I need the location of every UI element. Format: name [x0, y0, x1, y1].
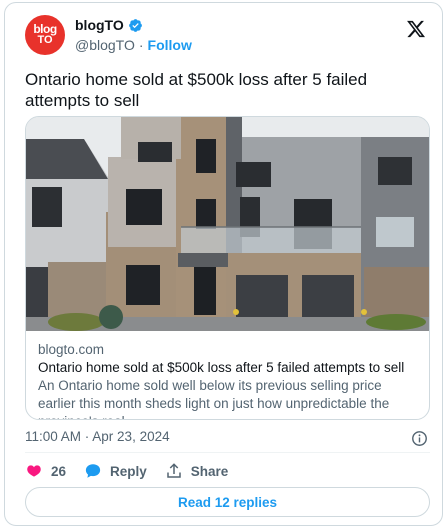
share-icon	[167, 463, 181, 478]
share-label: Share	[190, 463, 229, 479]
follow-button[interactable]: Follow	[148, 37, 192, 53]
reply-label: Reply	[110, 463, 147, 479]
link-title: Ontario home sold at $500k loss after 5 …	[38, 360, 405, 375]
x-logo-icon[interactable]	[406, 19, 426, 39]
read-replies-button[interactable]: Read 12 replies	[25, 487, 430, 517]
tweet-card: blog TO blogTO @blogTO · Follow Ontario …	[4, 2, 443, 526]
like-count: 26	[51, 463, 67, 479]
handle-row: @blogTO · Follow	[75, 37, 192, 53]
avatar[interactable]: blog TO	[25, 15, 65, 55]
name-row: blogTO	[75, 17, 143, 33]
separator-dot: ·	[138, 37, 144, 53]
display-name[interactable]: blogTO	[75, 17, 124, 33]
timestamp[interactable]: 11:00 AM · Apr 23, 2024	[25, 429, 170, 444]
handle[interactable]: @blogTO	[75, 37, 135, 53]
heart-icon	[27, 465, 41, 477]
info-icon[interactable]	[411, 430, 428, 447]
like-button[interactable]: 26	[25, 462, 66, 480]
reply-button[interactable]: Reply	[84, 462, 147, 480]
house-photo	[26, 117, 429, 331]
reply-bubble-icon	[85, 464, 101, 478]
link-domain: blogto.com	[38, 342, 105, 357]
verified-badge-icon	[128, 18, 142, 32]
link-description: An Ontario home sold well below its prev…	[38, 378, 390, 419]
tweet-text: Ontario home sold at $500k loss after 5 …	[25, 70, 368, 110]
avatar-logo-text-2: TO	[37, 34, 53, 46]
tweet-header: blog TO blogTO @blogTO · Follow	[25, 15, 430, 59]
action-bar: 26 Reply Share	[25, 460, 246, 482]
link-preview-card[interactable]: blogto.com Ontario home sold at $500k lo…	[25, 116, 430, 420]
timestamp-row: 11:00 AM · Apr 23, 2024	[25, 429, 430, 449]
divider	[25, 452, 430, 453]
link-meta: blogto.com Ontario home sold at $500k lo…	[38, 341, 422, 419]
share-button[interactable]: Share	[165, 462, 229, 480]
